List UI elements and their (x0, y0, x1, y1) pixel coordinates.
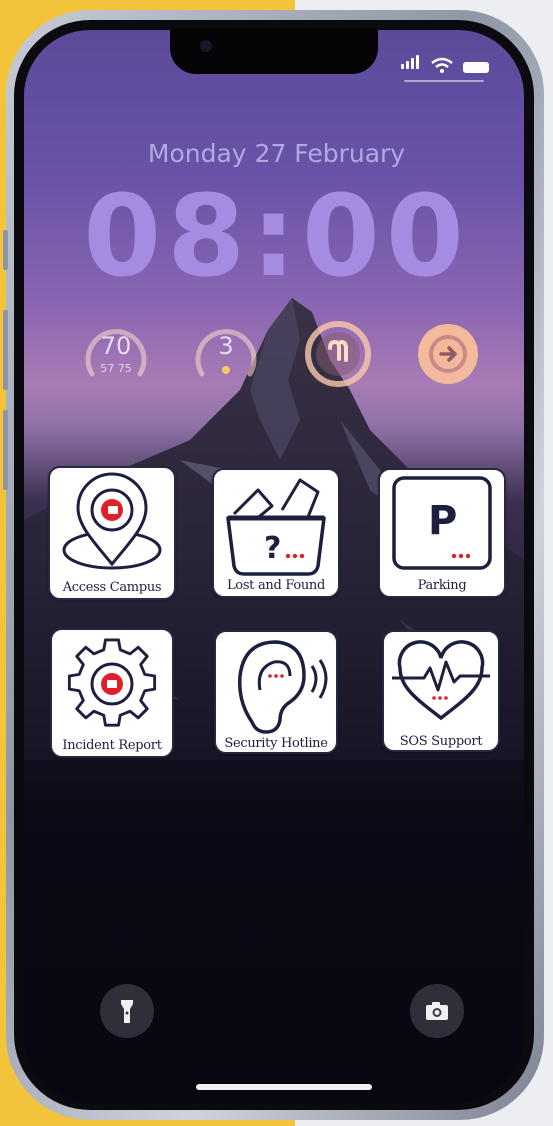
signal-icon (401, 54, 421, 73)
temperature-widget[interactable]: 70 57 75 (80, 318, 152, 390)
battery-icon (463, 62, 489, 73)
uv-widget[interactable]: 3 (190, 318, 262, 390)
lock-date: Monday 27 February (147, 139, 406, 168)
status-indicator-line (404, 80, 484, 82)
question-mark: ? (264, 531, 281, 566)
wifi-icon (431, 57, 453, 73)
tile-incident-report[interactable]: Incident Report (50, 628, 174, 758)
tile-lost-and-found[interactable]: ? Lost and Found (212, 468, 340, 598)
front-camera (200, 40, 212, 52)
lock-time: 08:00 (83, 172, 470, 302)
tile-sos-support[interactable]: SOS Support (382, 630, 500, 752)
tile-label: Lost and Found (226, 578, 326, 593)
tile-parking[interactable]: P Parking (378, 468, 506, 598)
tile-access-campus[interactable]: Access Campus (48, 466, 176, 600)
status-bar (401, 54, 489, 73)
camera-button[interactable] (410, 984, 464, 1038)
flashlight-icon (121, 1000, 133, 1023)
camera-icon (426, 1002, 448, 1020)
volume-down-button (3, 410, 8, 490)
flashlight-button[interactable] (100, 984, 154, 1038)
notch (170, 28, 378, 74)
heart-pulse-icon (392, 640, 490, 721)
uv-value: 3 (218, 332, 234, 360)
airpods-icon (305, 321, 371, 387)
location-pin-icon (62, 472, 162, 570)
ear-hotline-icon (238, 640, 328, 734)
parking-letter: P (428, 498, 457, 544)
temperature-low-high: 57 75 (100, 362, 132, 375)
tile-security-hotline[interactable]: Security Hotline (214, 630, 338, 754)
tile-label: Security Hotline (224, 736, 328, 751)
next-widget[interactable] (412, 318, 484, 390)
tile-label: Parking (417, 578, 467, 593)
tile-label: Access Campus (62, 580, 162, 595)
home-indicator[interactable] (196, 1084, 372, 1090)
airpods-widget[interactable] (302, 318, 374, 390)
tile-label: SOS Support (399, 734, 483, 749)
arrow-right-icon (418, 324, 478, 384)
tile-label: Incident Report (62, 738, 162, 753)
temperature-current: 70 (100, 332, 132, 360)
volume-up-button (3, 310, 8, 390)
